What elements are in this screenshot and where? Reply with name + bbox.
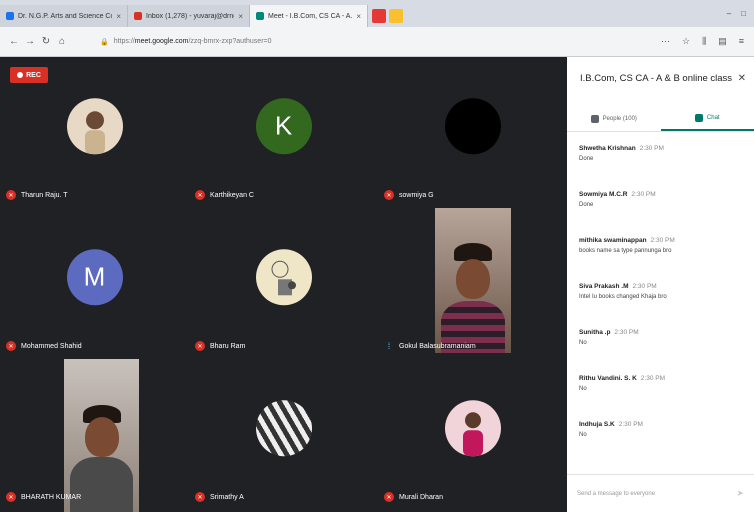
address-toolbar: ← → ↻ ⌂ 🔒 https://meet.google.com/zzq-bm… (0, 27, 754, 57)
chat-message: mithika swaminappan 2:30 PM books name sa … (579, 237, 675, 254)
participant-tile[interactable]: K ✕ Karthikeyan C (189, 57, 378, 208)
browser-tab[interactable]: Inbox (1,278) - yuvaraj@drngp... × (128, 5, 250, 27)
mic-muted-icon: ✕ (6, 190, 16, 200)
meeting-title: I.B.Com, CS CA - A & B online class (580, 73, 733, 84)
mic-muted-icon: ✕ (6, 492, 16, 502)
chat-message: Sowmiya M.C.R 2:30 PM Done (579, 191, 656, 208)
profile-photo (444, 97, 501, 154)
mic-active-icon: ⁞ (387, 341, 391, 351)
chat-input-placeholder: Send a message to everyone (577, 490, 656, 497)
forward-icon[interactable]: → (22, 36, 38, 47)
close-panel-icon[interactable]: ✕ (738, 73, 746, 84)
lock-icon: 🔒 (100, 38, 109, 46)
mic-muted-icon: ✕ (384, 492, 394, 502)
profile-photo (66, 97, 123, 154)
chat-input[interactable]: Send a message to everyone ➤ (567, 474, 754, 512)
participant-tile[interactable]: ✕ Tharun Raju. T (0, 57, 189, 208)
library-icon[interactable]: ⫼ (702, 36, 706, 47)
mic-muted-icon: ✕ (6, 341, 16, 351)
letter-avatar: M (66, 248, 123, 305)
close-tab-icon[interactable]: × (238, 12, 243, 21)
close-tab-icon[interactable]: × (356, 12, 361, 21)
participant-name: Karthikeyan C (210, 191, 254, 199)
participant-name: Gokul Balasubramaniam (399, 342, 476, 350)
profile-photo (255, 248, 312, 305)
chat-message: Rithu Vandini. S. K 2:30 PM No (579, 375, 665, 392)
mic-muted-icon: ✕ (384, 190, 394, 200)
people-icon (590, 115, 599, 123)
page-actions-icon[interactable]: ⋯ (661, 36, 670, 47)
chat-message: Siva Prakash .M 2:30 PM Intel Iu books cha… (579, 283, 667, 300)
chat-icon (694, 114, 703, 122)
home-icon[interactable]: ⌂ (54, 36, 70, 47)
participant-name: Srimathy A (210, 493, 244, 501)
tab-people[interactable]: People (100) (567, 107, 661, 131)
participant-name: Mohammed Shahid (21, 342, 82, 350)
participant-video (64, 359, 139, 512)
participant-tile[interactable]: ✕ Murali Dharan (378, 359, 567, 510)
meet-favicon-icon (256, 12, 264, 20)
participant-name: BHARATH KUMAR (21, 493, 82, 501)
participant-tile[interactable]: ✕ Srimathy A (189, 359, 378, 510)
participant-tile-video[interactable]: ⁞ Gokul Balasubramaniam (378, 208, 567, 359)
tab-label: Dr. N.G.P. Arts and Science Co... (18, 12, 113, 20)
tab-chat[interactable]: Chat (660, 107, 754, 131)
participant-name: Bharu Ram (210, 342, 246, 350)
chat-message: Indhuja S.K 2:30 PM No (579, 421, 643, 438)
letter-avatar: K (255, 97, 312, 154)
minimize-icon[interactable]: – (727, 9, 731, 18)
bookmark-star-icon[interactable]: ☆ (682, 36, 690, 47)
meeting-grid: REC ✕ Tharun Raju. T K ✕ Karthikeyan C ✕ so… (0, 57, 567, 512)
chat-message: Sunitha .p 2:30 PM No (579, 329, 639, 346)
mic-muted-icon: ✕ (195, 190, 205, 200)
profile-photo (255, 399, 312, 456)
participant-name: Murali Dharan (399, 493, 443, 501)
participant-name: Tharun Raju. T (21, 191, 68, 199)
chat-messages: Shwetha Krishnan 2:30 PM Done Sowmiya M.C.… (579, 145, 745, 467)
reload-icon[interactable]: ↻ (38, 36, 54, 47)
browser-tab-bar: Dr. N.G.P. Arts and Science Co... × Inbo… (0, 0, 754, 27)
chat-message: Shwetha Krishnan 2:30 PM Done (579, 145, 664, 162)
participant-tile[interactable]: M ✕ Mohammed Shahid (0, 208, 189, 359)
back-icon[interactable]: ← (6, 36, 22, 47)
mic-muted-icon: ✕ (195, 492, 205, 502)
profile-photo (444, 399, 501, 456)
browser-tab-active[interactable]: Meet - I.B.Com, CS CA - A... × (250, 5, 368, 27)
participant-tile-video[interactable]: ✕ BHARATH KUMAR (0, 359, 189, 512)
participant-tile[interactable]: ✕ Bharu Ram (189, 208, 378, 359)
chat-panel: I.B.Com, CS CA - A & B online class ✕ Pe… (567, 57, 754, 512)
maximize-icon[interactable]: □ (741, 9, 746, 18)
browser-tab[interactable]: Dr. N.G.P. Arts and Science Co... × (0, 5, 128, 27)
mic-muted-icon: ✕ (195, 341, 205, 351)
tab-label: Inbox (1,278) - yuvaraj@drngp... (146, 12, 234, 20)
tab-label: Meet - I.B.Com, CS CA - A... (268, 12, 353, 20)
record-extension-icon[interactable] (372, 9, 386, 23)
gmail-favicon-icon (134, 12, 142, 20)
participant-name: sowmiya G (399, 191, 434, 199)
menu-icon[interactable]: ≡ (739, 36, 744, 47)
site-favicon-icon (6, 12, 14, 20)
address-bar[interactable]: 🔒 https://meet.google.com/zzq-bmrx-zxp?a… (100, 33, 620, 51)
reader-view-icon[interactable]: ▤ (718, 36, 727, 47)
participant-video (435, 208, 511, 353)
participant-tile[interactable]: ✕ sowmiya G (378, 57, 567, 208)
send-icon[interactable]: ➤ (736, 488, 744, 499)
close-tab-icon[interactable]: × (116, 12, 121, 21)
extension-icon[interactable] (389, 9, 403, 23)
